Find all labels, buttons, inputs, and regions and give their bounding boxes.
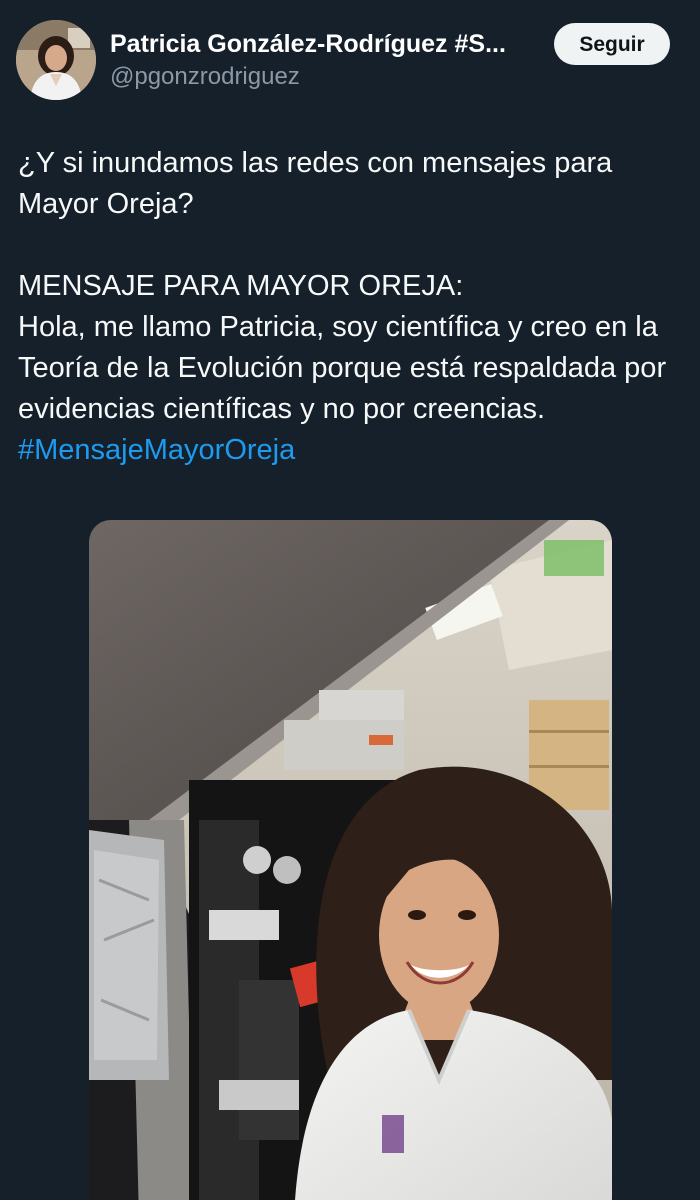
tweet-line: ¿Y si inundamos las redes con mensajes p…	[18, 147, 613, 220]
author-avatar[interactable]	[16, 20, 96, 100]
tweet-page: Patricia González-Rodríguez #S... @pgonz…	[0, 0, 700, 1200]
tweet-text: ¿Y si inundamos las redes con mensajes p…	[18, 143, 688, 471]
avatar-photo-icon	[16, 20, 96, 100]
tweet-header: Patricia González-Rodríguez #S... @pgonz…	[0, 0, 700, 110]
hashtag-link[interactable]: #MensajeMayorOreja	[18, 434, 295, 466]
lab-selfie-photo-icon	[89, 520, 612, 1200]
tweet-body: Hola, me llamo Patricia, soy científica …	[18, 311, 667, 425]
follow-button[interactable]: Seguir	[554, 23, 670, 65]
tweet-heading: MENSAJE PARA MAYOR OREJA:	[18, 270, 464, 302]
author-name[interactable]: Patricia González-Rodríguez #S...	[110, 28, 530, 60]
author-handle[interactable]: @pgonzrodriguez	[110, 62, 300, 92]
tweet-media-photo[interactable]	[89, 520, 612, 1200]
